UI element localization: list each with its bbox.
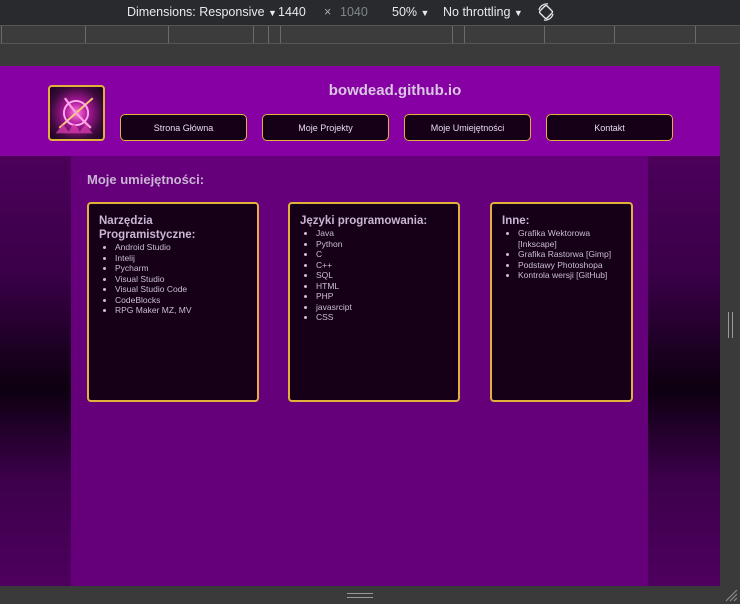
list-item: Intelij: [115, 253, 247, 264]
site-logo[interactable]: [48, 85, 105, 141]
throttling-dropdown[interactable]: No throttling ▼: [443, 5, 523, 19]
list-item: Grafika Wektorowa [Inkscape]: [518, 228, 621, 249]
logo-emblem-icon: [55, 97, 94, 134]
skill-list: Java Python C C++ SQL HTML PHP javasrcip…: [316, 228, 448, 323]
chevron-down-icon: ▼: [513, 8, 523, 18]
list-item: Grafika Rastorwa [Gimp]: [518, 249, 621, 260]
site-title: bowdead.github.io: [328, 82, 462, 99]
list-item: Java: [316, 228, 448, 239]
dimensions-label: Dimensions: Responsive: [127, 5, 265, 19]
list-item: Android Studio: [115, 242, 247, 253]
chevron-down-icon: ▼: [268, 8, 277, 18]
devtools-toolbar: Dimensions: Responsive ▼ 1440 × 1040 50%…: [0, 0, 740, 25]
toolbar-gap: [0, 44, 740, 66]
throttling-label: No throttling: [443, 5, 511, 19]
corner-resize-icon[interactable]: [724, 588, 738, 602]
times-sign: ×: [324, 5, 332, 19]
section-title: Moje umiejętności:: [87, 172, 205, 187]
list-item: javasrcipt: [316, 302, 448, 313]
list-item: SQL: [316, 270, 448, 281]
skill-card-languages: Języki programowania: Java Python C C++ …: [288, 202, 460, 402]
skill-card-other: Inne: Grafika Wektorowa [Inkscape] Grafi…: [490, 202, 633, 402]
nav-skills-button[interactable]: Moje Umiejętności: [404, 114, 531, 141]
nav-projects-button[interactable]: Moje Projekty: [262, 114, 389, 141]
skill-list: Android Studio Intelij Pycharm Visual St…: [115, 242, 247, 316]
list-item: Python: [316, 239, 448, 250]
list-item: PHP: [316, 291, 448, 302]
list-item: Kontrola wersji [GitHub]: [518, 270, 621, 281]
nav-contact-button[interactable]: Kontakt: [546, 114, 673, 141]
card-title: Narzędzia Programistyczne:: [99, 215, 196, 241]
zoom-dropdown[interactable]: 50% ▼: [392, 5, 429, 19]
card-title: Języki programowania:: [300, 215, 428, 227]
list-item: C: [316, 249, 448, 260]
zoom-label: 50%: [392, 5, 418, 19]
resize-grip-icon[interactable]: [347, 593, 373, 598]
list-item: CodeBlocks: [115, 295, 247, 306]
main-content: Moje umiejętności: Narzędzia Programisty…: [71, 156, 648, 586]
list-item: Pycharm: [115, 263, 247, 274]
list-item: Podstawy Photoshopa: [518, 260, 621, 271]
list-item: C++: [316, 260, 448, 271]
skill-card-tools: Narzędzia Programistyczne: Android Studi…: [87, 202, 259, 402]
skill-list: Grafika Wektorowa [Inkscape] Grafika Ras…: [518, 228, 621, 281]
width-input[interactable]: 1440: [278, 5, 306, 19]
card-title: Inne:: [502, 215, 530, 227]
dimensions-dropdown[interactable]: Dimensions: Responsive ▼: [127, 5, 277, 19]
list-item: Visual Studio Code: [115, 284, 247, 295]
chevron-down-icon: ▼: [420, 8, 430, 18]
list-item: Visual Studio: [115, 274, 247, 285]
list-item: CSS: [316, 312, 448, 323]
media-query-ruler: [0, 25, 740, 44]
rotate-icon[interactable]: [536, 2, 556, 22]
nav-home-button[interactable]: Strona Główna: [120, 114, 247, 141]
list-item: RPG Maker MZ, MV: [115, 305, 247, 316]
page-viewport: bowdead.github.io Strona Główna Moje Pro…: [0, 66, 720, 586]
resize-grip-icon[interactable]: [728, 312, 733, 338]
height-input[interactable]: 1040: [340, 5, 368, 19]
list-item: HTML: [316, 281, 448, 292]
site-header: bowdead.github.io Strona Główna Moje Pro…: [0, 66, 720, 156]
